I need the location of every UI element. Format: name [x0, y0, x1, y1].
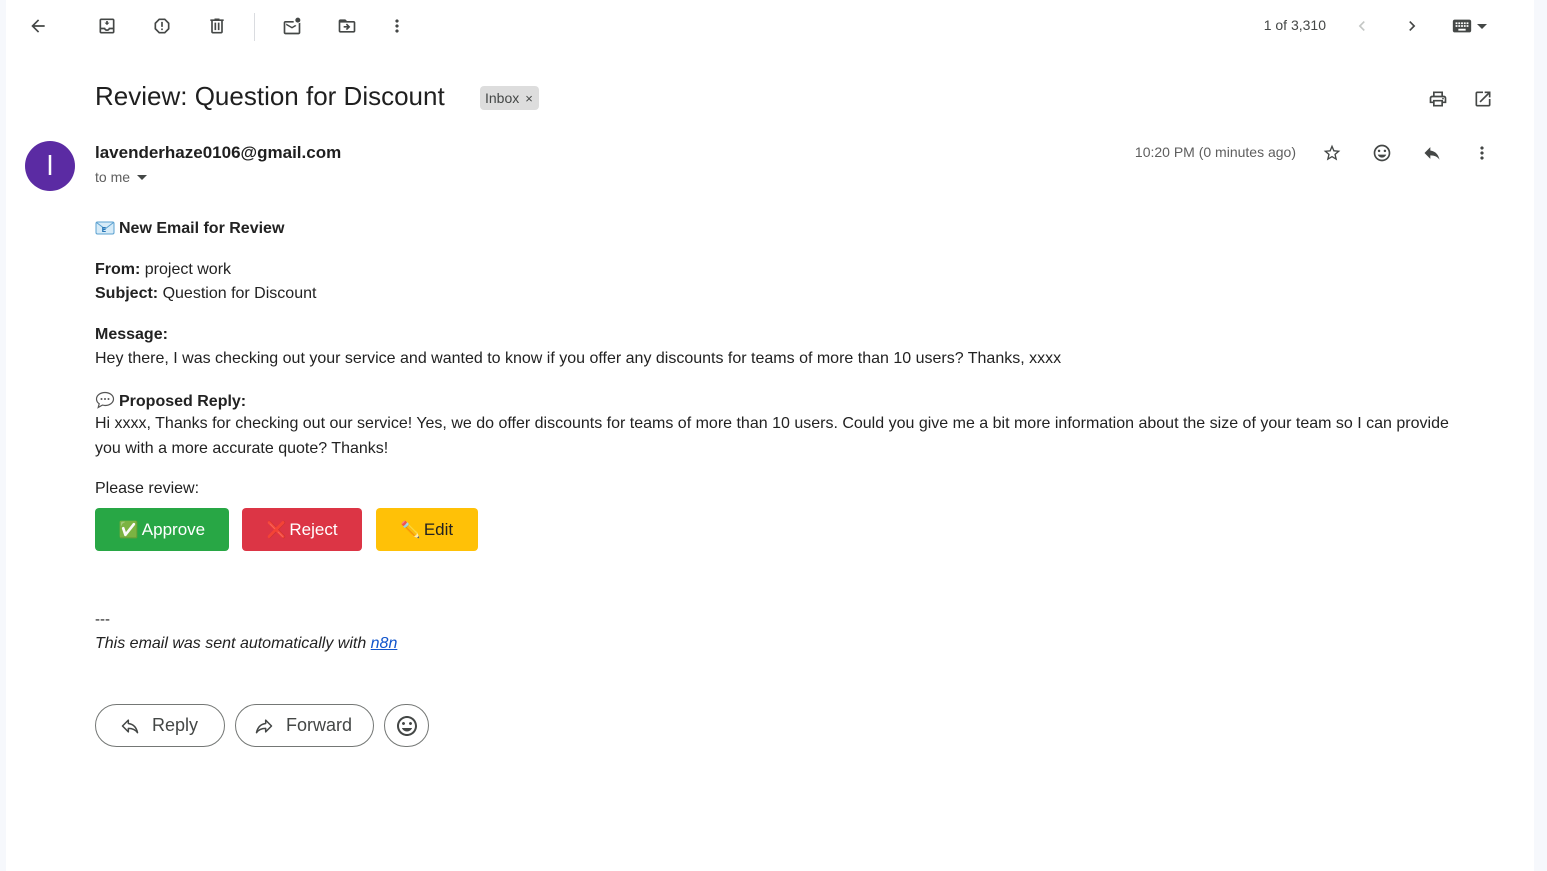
sender-email[interactable]: lavenderhaze0106@gmail.com: [95, 143, 341, 163]
emoji-icon: [396, 715, 417, 736]
subject-label: Subject:: [95, 285, 159, 302]
svg-text:E: E: [102, 226, 107, 234]
subject-value: Question for Discount: [162, 285, 317, 302]
label-text: Inbox: [485, 90, 520, 106]
page-count: 1 of 3,310: [1263, 17, 1326, 33]
email-envelope-icon: E: [95, 220, 115, 241]
n8n-link[interactable]: n8n: [371, 635, 398, 652]
from-line: From: project work: [95, 261, 231, 279]
forward-button[interactable]: Forward: [235, 704, 374, 747]
footer-note: This email was sent automatically with n…: [95, 635, 397, 653]
remove-label-icon[interactable]: ×: [525, 91, 533, 106]
reply-icon[interactable]: [1412, 133, 1452, 173]
heading-text: New Email for Review: [119, 220, 285, 237]
toolbar-divider: [254, 13, 255, 41]
recipient-text: to me: [95, 169, 131, 185]
speech-bubble-icon: [95, 391, 115, 414]
reply-icon: [121, 718, 139, 733]
email-view-panel: 1 of 3,310 Review: Question for Discount…: [6, 0, 1534, 871]
keyboard-icon[interactable]: [1442, 6, 1496, 46]
reply-label: Reply: [152, 715, 199, 735]
edit-label: Edit: [423, 519, 454, 539]
arrow-back-icon[interactable]: [18, 6, 58, 46]
proposed-reply-line-1: Hi xxxx, Thanks for checking out our ser…: [95, 415, 1449, 432]
print-icon[interactable]: [1418, 79, 1458, 119]
subject-line: Subject: Question for Discount: [95, 285, 316, 303]
trash-icon[interactable]: [197, 6, 237, 46]
footer-text: This email was sent automatically with: [95, 635, 371, 652]
pencil-icon: ✏️: [400, 521, 421, 539]
message-label: Message:: [95, 326, 168, 343]
emoji-reaction-icon[interactable]: [1362, 133, 1402, 173]
chevron-down-icon: [1477, 23, 1487, 29]
reply-button[interactable]: Reply: [95, 704, 225, 747]
reject-label: Reject: [289, 519, 338, 539]
proposed-reply-line-2: you with a more accurate quote? Thanks!: [95, 440, 389, 457]
message-text: Hey there, I was checking out your servi…: [95, 350, 1062, 367]
star-icon[interactable]: [1312, 133, 1352, 173]
more-vert-icon[interactable]: [377, 6, 417, 46]
inbox-label-chip: Inbox ×: [480, 86, 539, 110]
proposed-reply-heading: Proposed Reply:: [95, 391, 246, 414]
approve-label: Approve: [141, 519, 206, 539]
open-in-new-window-icon[interactable]: [1463, 79, 1503, 119]
check-mark-icon: ✅: [118, 521, 139, 539]
cross-mark-icon: ❌: [266, 521, 287, 539]
signature-separator: ---: [95, 611, 110, 628]
edit-button[interactable]: ✏️ Edit: [376, 508, 478, 551]
chevron-right-icon[interactable]: [1392, 6, 1432, 46]
chevron-left-icon[interactable]: [1342, 6, 1382, 46]
report-spam-icon[interactable]: [142, 6, 182, 46]
approve-button[interactable]: ✅ Approve: [95, 508, 229, 551]
recipient-details-toggle[interactable]: to me: [95, 169, 148, 185]
mark-unread-icon[interactable]: [272, 6, 312, 46]
forward-icon: [255, 718, 273, 733]
from-label: From:: [95, 261, 141, 278]
reject-button[interactable]: ❌ Reject: [242, 508, 362, 551]
from-value: project work: [144, 261, 232, 278]
more-vert-icon[interactable]: [1462, 133, 1502, 173]
move-to-folder-icon[interactable]: [327, 6, 367, 46]
caret-down-icon: [137, 174, 148, 180]
proposed-reply-label: Proposed Reply:: [119, 393, 247, 410]
email-timestamp: 10:20 PM (0 minutes ago): [1134, 144, 1296, 160]
review-prompt: Please review:: [95, 480, 200, 497]
forward-label: Forward: [286, 715, 353, 735]
body-heading: E New Email for Review: [95, 220, 284, 241]
email-subject: Review: Question for Discount: [95, 81, 445, 111]
archive-icon[interactable]: [87, 6, 127, 46]
sender-avatar[interactable]: l: [25, 141, 75, 191]
emoji-reaction-button[interactable]: [384, 704, 429, 747]
